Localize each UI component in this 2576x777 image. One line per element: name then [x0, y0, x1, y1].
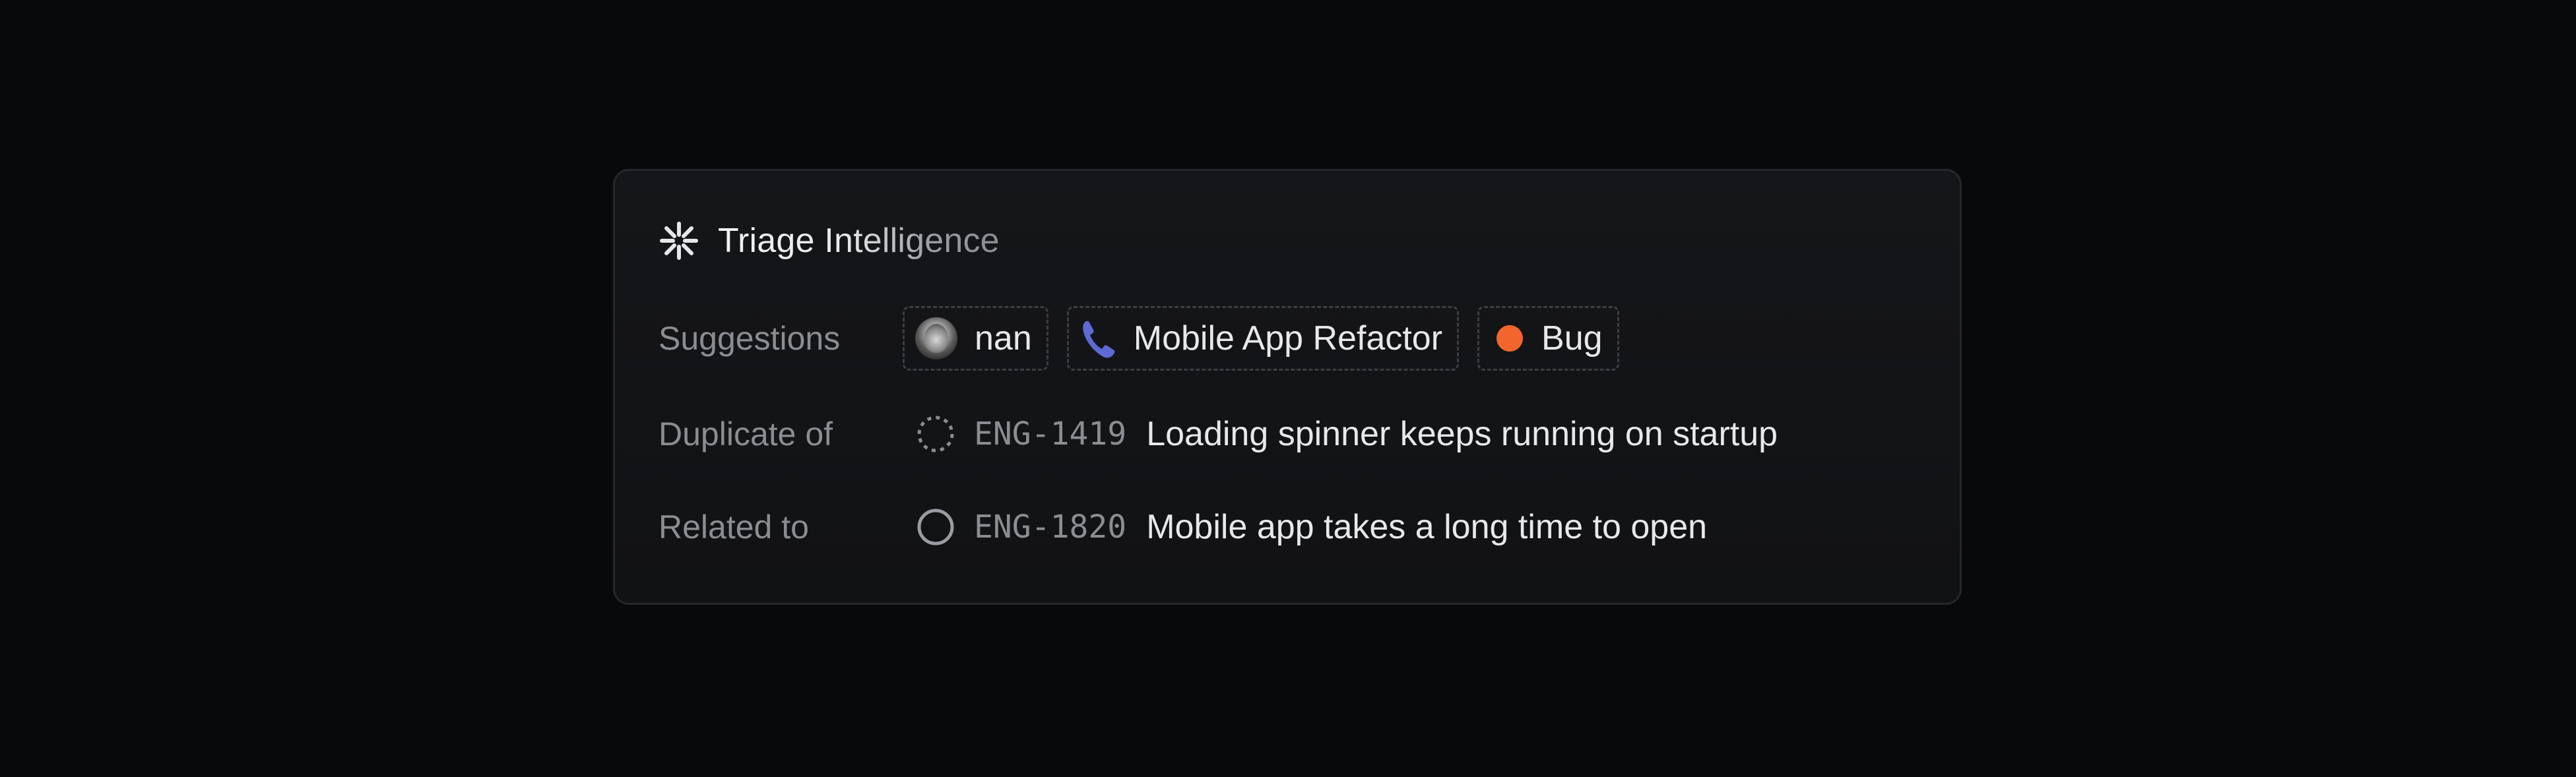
dashed-circle-icon	[915, 413, 957, 455]
duplicate-issue-id: ENG-1419	[974, 416, 1127, 452]
duplicate-label: Duplicate of	[659, 416, 833, 452]
triage-intelligence-panel: Triage Intelligence Suggestions nan Mobi…	[613, 169, 1962, 605]
assignee-name: nan	[975, 319, 1032, 357]
label-name: Bug	[1541, 319, 1603, 357]
related-issue-id: ENG-1820	[974, 509, 1127, 545]
suggestions-row: Suggestions nan Mobile App Refactor Bug	[659, 304, 1619, 373]
suggestions-label: Suggestions	[659, 320, 841, 357]
phone-icon	[1079, 317, 1116, 359]
related-issue-link[interactable]: ENG-1820 Mobile app takes a long time to…	[903, 506, 1707, 548]
avatar	[915, 317, 957, 359]
suggested-project-chip[interactable]: Mobile App Refactor	[1066, 306, 1460, 371]
duplicate-issue-link[interactable]: ENG-1419 Loading spinner keeps running o…	[903, 413, 1778, 455]
sparkle-burst-icon	[659, 220, 699, 261]
suggested-label-chip[interactable]: Bug	[1477, 306, 1619, 371]
page: Triage Intelligence Suggestions nan Mobi…	[0, 0, 2576, 777]
suggestion-chips: nan Mobile App Refactor Bug	[903, 306, 1619, 371]
open-circle-icon	[915, 506, 957, 548]
suggested-assignee-chip[interactable]: nan	[903, 306, 1048, 371]
duplicate-row: Duplicate of ENG-1419 Loading spinner ke…	[659, 400, 1778, 468]
related-row: Related to ENG-1820 Mobile app takes a l…	[659, 493, 1707, 561]
label-color-dot	[1497, 325, 1524, 352]
related-issue-title[interactable]: Mobile app takes a long time to open	[1146, 507, 1707, 547]
panel-header: Triage Intelligence	[659, 216, 1000, 266]
related-label: Related to	[659, 509, 809, 545]
duplicate-issue-title[interactable]: Loading spinner keeps running on startup	[1146, 414, 1778, 454]
panel-title: Triage Intelligence	[718, 222, 1000, 260]
project-name: Mobile App Refactor	[1133, 319, 1443, 357]
